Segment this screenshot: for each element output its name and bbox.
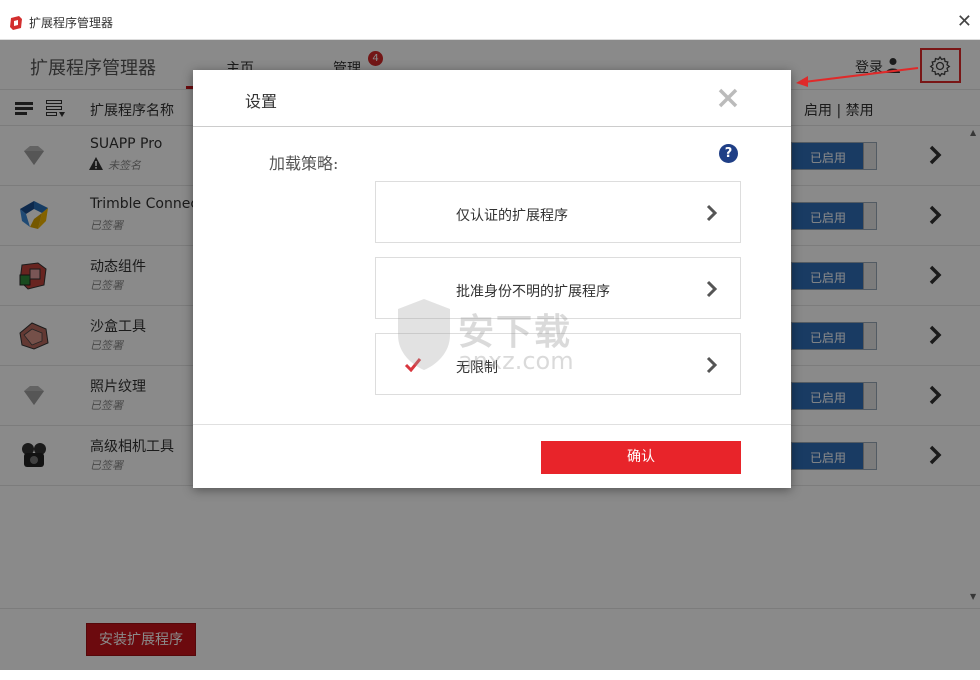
chevron-right-icon (706, 204, 718, 222)
window-title: 扩展程序管理器 (29, 16, 114, 30)
help-icon[interactable]: ? (719, 144, 738, 163)
chevron-right-icon (706, 280, 718, 298)
window-titlebar: 扩展程序管理器 ✕ (0, 0, 980, 40)
policy-option-certified[interactable]: 仅认证的扩展程序 (375, 181, 741, 243)
confirm-button[interactable]: 确认 (541, 441, 741, 474)
option-label: 无限制 (456, 360, 498, 376)
dialog-title: 设置 (245, 92, 278, 111)
dialog-header: 设置 (193, 70, 791, 127)
option-label: 批准身份不明的扩展程序 (456, 284, 610, 300)
policy-option-unrestricted[interactable]: 无限制 (375, 333, 741, 395)
chevron-right-icon (706, 356, 718, 374)
dialog-footer: 确认 (193, 424, 791, 488)
option-label: 仅认证的扩展程序 (456, 208, 568, 224)
sketchup-logo-icon (10, 16, 22, 30)
load-policy-label: 加载策略: (269, 154, 339, 173)
close-icon[interactable] (717, 87, 739, 109)
annotation-arrow (796, 67, 919, 87)
checkmark-icon (404, 358, 422, 372)
window-close-button[interactable]: ✕ (957, 11, 972, 32)
policy-option-approve-unknown[interactable]: 批准身份不明的扩展程序 (375, 257, 741, 319)
settings-dialog: 设置 加载策略: ? 仅认证的扩展程序 批准身份不明的扩展程序 无限制 确认 (193, 70, 791, 488)
